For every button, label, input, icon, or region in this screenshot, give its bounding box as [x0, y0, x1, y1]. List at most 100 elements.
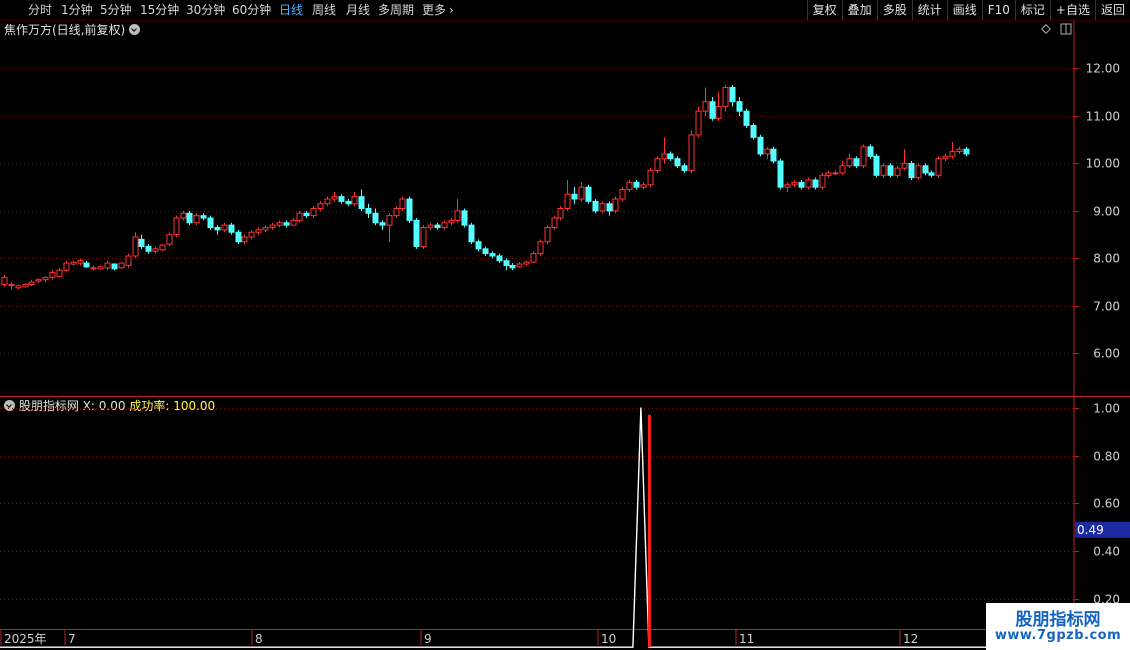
candle-body [764, 148, 771, 155]
candle-body [784, 184, 791, 188]
candle-body [228, 224, 235, 233]
candle-body [235, 231, 242, 243]
candle-body [812, 179, 819, 188]
indicator-y-tick-label: 0.40 [1093, 545, 1120, 559]
candle-body [427, 224, 434, 228]
candle-body [667, 153, 674, 160]
candle-body [28, 281, 35, 285]
candle-body [647, 170, 654, 186]
candle-body [880, 165, 887, 176]
x-axis-label: 2025年 [4, 632, 47, 646]
candle-body [111, 263, 118, 270]
candle-body [523, 261, 530, 265]
candle-body [702, 101, 709, 112]
candle-body [255, 229, 262, 233]
candle-body [695, 110, 702, 136]
candle-body [770, 148, 777, 162]
watermark-url: www.7gpzb.com [994, 628, 1122, 643]
candle-body [166, 234, 173, 245]
x-axis-label: 9 [424, 632, 432, 646]
x-axis-label: 7 [68, 632, 76, 646]
candle-body [551, 217, 558, 228]
main-y-tick-label: 8.00 [1093, 252, 1120, 266]
candle-body [674, 158, 681, 167]
candle-body [413, 219, 420, 247]
candle-body [393, 208, 400, 217]
main-y-tick-label: 11.00 [1086, 110, 1120, 124]
candle-body [846, 158, 853, 167]
candle-body [63, 262, 70, 271]
candle-body [489, 253, 496, 257]
candle-body [908, 162, 915, 179]
candle-body [688, 134, 695, 172]
candle-body [42, 276, 49, 281]
candle-body [214, 226, 221, 231]
main-y-tick-label: 6.00 [1093, 347, 1120, 361]
candle-body [180, 212, 187, 219]
candle-body [420, 226, 427, 247]
candle-body [399, 198, 406, 210]
candle-body [715, 105, 722, 119]
candle-body [22, 283, 29, 288]
candle-body [832, 172, 839, 175]
candle-body [860, 146, 867, 167]
candle-body [729, 86, 736, 103]
candle-body [441, 222, 448, 228]
indicator-line [0, 407, 986, 648]
candle-body [942, 155, 949, 160]
candle-body [599, 203, 606, 212]
candle-body [544, 226, 551, 243]
candle-body [894, 167, 901, 176]
candle-body [448, 219, 455, 224]
candle-body [152, 248, 159, 252]
candle-body [633, 181, 640, 188]
candle-body [83, 262, 90, 268]
candle-body [118, 262, 125, 269]
candle-body [207, 217, 214, 228]
x-axis-label: 8 [255, 632, 263, 646]
candle-body [736, 101, 743, 112]
candle-body [200, 215, 207, 219]
candle-body [338, 196, 345, 202]
candle-body [248, 231, 255, 238]
candle-body [358, 196, 365, 210]
candle-body [928, 172, 935, 176]
candle-body [379, 222, 386, 226]
candle-body [461, 210, 468, 226]
candle-body [468, 224, 475, 243]
candle-body [777, 160, 784, 188]
x-axis-label: 12 [903, 632, 918, 646]
candle-body [186, 212, 193, 224]
candle-body [138, 238, 145, 247]
candle-body [77, 260, 84, 264]
candle-body [406, 198, 413, 221]
candle-body [922, 165, 929, 174]
candle-body [262, 226, 269, 231]
candle-body [805, 179, 812, 188]
candle-body [626, 181, 633, 191]
main-y-tick-label: 12.00 [1086, 62, 1120, 76]
candle-body [159, 244, 166, 251]
candle-body [606, 203, 613, 212]
candle-body [475, 241, 482, 250]
candle-body [798, 181, 805, 188]
candle-body [331, 196, 338, 200]
kline-chart[interactable]: 12.00 11.00 10.00 9.00 8.00 7.00 6.00 1.00 0.80 0… [0, 0, 1130, 650]
candle-body [496, 255, 503, 262]
candle-body [867, 146, 874, 157]
candle-body [592, 200, 599, 212]
candle-body [516, 263, 523, 268]
candle-body [853, 158, 860, 167]
main-y-tick-label: 9.00 [1093, 205, 1120, 219]
candle-body [963, 148, 970, 155]
candle-body [104, 262, 111, 269]
candle-body [317, 203, 324, 210]
candle-body [585, 186, 592, 202]
indicator-y-tick-label: 0.80 [1093, 450, 1120, 464]
candle-body [530, 253, 537, 263]
candle-body [791, 181, 798, 186]
candle-body [619, 189, 626, 200]
candle-body [819, 174, 826, 188]
candle-body [290, 219, 297, 226]
x-axis-label: 11 [739, 632, 754, 646]
